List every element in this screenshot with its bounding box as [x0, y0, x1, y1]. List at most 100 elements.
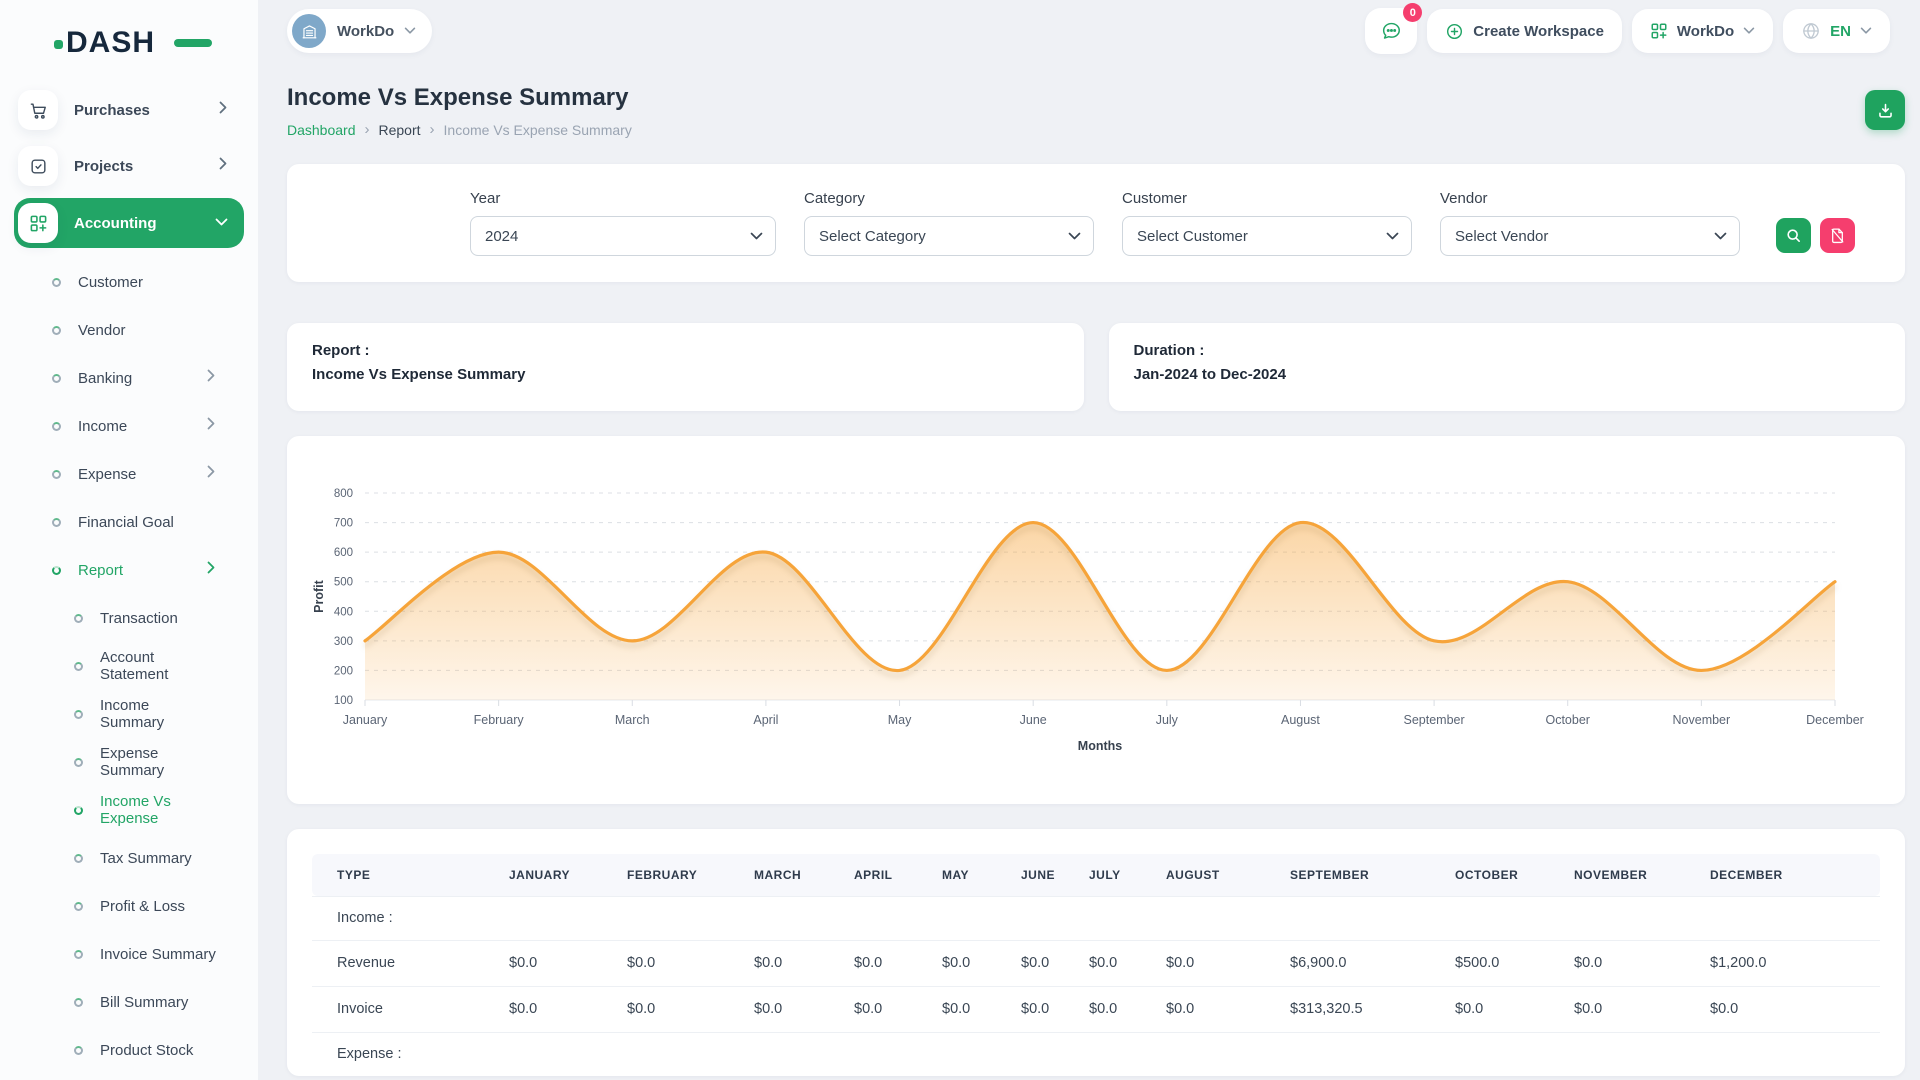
table-row: Invoice$0.0$0.0$0.0$0.0$0.0$0.0$0.0$0.0$…	[312, 986, 1880, 1032]
bullet-icon	[74, 854, 83, 863]
profit-area-chart: 100200300400500600700800JanuaryFebruaryM…	[311, 460, 1881, 778]
sidebar-item-bill-summary[interactable]: Bill Summary	[14, 978, 244, 1026]
workdo-menu-button[interactable]: WorkDo	[1632, 9, 1773, 53]
workspace-switcher[interactable]: WorkDo	[287, 9, 432, 53]
sidebar-item-label: Expense Summary	[100, 745, 216, 779]
column-header: APRIL	[854, 854, 942, 896]
column-header: SEPTEMBER	[1290, 854, 1455, 896]
year-label: Year	[470, 190, 776, 207]
svg-text:April: April	[753, 713, 778, 727]
customer-select[interactable]: Select Customer	[1122, 216, 1412, 256]
download-icon	[1876, 101, 1895, 120]
sidebar-item-customer[interactable]: Customer	[14, 258, 244, 306]
sidebar-item-label: Transaction	[100, 610, 178, 627]
column-header: JULY	[1089, 854, 1166, 896]
sidebar-item-profit-loss[interactable]: Profit & Loss	[14, 882, 244, 930]
cell-value: $0.0	[754, 986, 854, 1032]
accounting-submenu: Customer Vendor BankingIncomeExpenseFinanc…	[14, 256, 244, 1080]
table-header-row: TYPEJANUARYFEBRUARYMARCHAPRILMAYJUNEJULY…	[312, 854, 1880, 896]
chevron-right-icon	[219, 101, 228, 119]
table-row: Revenue$0.0$0.0$0.0$0.0$0.0$0.0$0.0$0.0$…	[312, 940, 1880, 986]
breadcrumb-report[interactable]: Report	[379, 122, 421, 138]
sidebar-item-label: Bill Summary	[100, 994, 188, 1011]
sidebar-item-projects[interactable]: Projects	[14, 142, 244, 190]
column-header: NOVEMBER	[1574, 854, 1710, 896]
app-logo[interactable]: DASH	[66, 26, 196, 60]
chevron-down-icon	[1386, 232, 1399, 241]
sidebar-item-purchases[interactable]: Purchases	[14, 86, 244, 134]
svg-text:May: May	[888, 713, 912, 727]
filter-card: Year 2024 Category Select Category Custo…	[287, 164, 1905, 282]
category-select[interactable]: Select Category	[804, 216, 1094, 256]
sidebar-item-expense[interactable]: Expense	[14, 450, 244, 498]
sidebar-item-label: Account Statement	[100, 649, 216, 683]
vendor-select[interactable]: Select Vendor	[1440, 216, 1740, 256]
sidebar-item-label: Income Summary	[100, 697, 216, 731]
profit-chart-card: 100200300400500600700800JanuaryFebruaryM…	[287, 436, 1905, 804]
sidebar-item-income[interactable]: Income	[14, 402, 244, 450]
sidebar-item-label: Report	[78, 562, 123, 579]
cell-value: $0.0	[854, 986, 942, 1032]
chevron-right-icon	[219, 157, 228, 175]
sidebar-item-tax-summary[interactable]: Tax Summary	[14, 834, 244, 882]
globe-icon	[1801, 21, 1821, 41]
sidebar-item-report[interactable]: Report	[14, 546, 244, 594]
sidebar-item-account-statement[interactable]: Account Statement	[14, 642, 244, 690]
sidebar-item-income-summary[interactable]: Income Summary	[14, 690, 244, 738]
bullet-icon	[74, 758, 83, 767]
column-header: AUGUST	[1166, 854, 1290, 896]
create-workspace-button[interactable]: Create Workspace	[1427, 9, 1622, 53]
sidebar-item-label: Invoice Summary	[100, 946, 216, 963]
svg-text:200: 200	[334, 665, 353, 677]
apply-filter-button[interactable]	[1776, 218, 1811, 253]
cell-value: $0.0	[1089, 986, 1166, 1032]
sidebar-item-label: Tax Summary	[100, 850, 192, 867]
sidebar-item-banking[interactable]: Banking	[14, 354, 244, 402]
svg-text:100: 100	[334, 695, 353, 707]
breadcrumb-dashboard[interactable]: Dashboard	[287, 122, 356, 138]
svg-text:700: 700	[334, 518, 353, 530]
sidebar-item-transaction[interactable]: Transaction	[14, 594, 244, 642]
bullet-icon	[74, 998, 83, 1007]
cell-value: $0.0	[1089, 940, 1166, 986]
cell-value: $0.0	[942, 986, 1021, 1032]
cell-value: $6,900.0	[1290, 940, 1455, 986]
sidebar-item-product-stock[interactable]: Product Stock	[14, 1026, 244, 1074]
svg-text:August: August	[1281, 713, 1320, 727]
year-select[interactable]: 2024	[470, 216, 776, 256]
sidebar-item-label: Vendor	[78, 322, 126, 339]
chevron-down-icon	[1743, 27, 1755, 35]
reset-filter-button[interactable]	[1820, 218, 1855, 253]
summary-cards: Report : Income Vs Expense Summary Durat…	[287, 323, 1905, 411]
svg-text:December: December	[1806, 713, 1864, 727]
sidebar-item-vendor[interactable]: Vendor	[14, 306, 244, 354]
sidebar-item-accounting[interactable]: Accounting	[14, 198, 244, 248]
language-selector[interactable]: EN	[1783, 9, 1890, 53]
sidebar-item-expense-summary[interactable]: Expense Summary	[14, 738, 244, 786]
workdo-menu-label: WorkDo	[1677, 23, 1734, 40]
bullet-icon	[74, 710, 83, 719]
sidebar-item-income-vs-expense[interactable]: Income Vs Expense	[14, 786, 244, 834]
column-header: DECEMBER	[1710, 854, 1880, 896]
grid-plus-icon	[18, 203, 58, 243]
topbar-actions: 0 Create Workspace WorkDo EN	[1365, 8, 1905, 54]
bullet-icon	[74, 950, 83, 959]
cell-value: $500.0	[1455, 940, 1574, 986]
sidebar-item-financial-goal[interactable]: Financial Goal	[14, 498, 244, 546]
bullet-icon	[52, 566, 61, 575]
messages-button[interactable]: 0	[1365, 8, 1417, 54]
sidebar-item-invoice-summary[interactable]: Invoice Summary	[14, 930, 244, 978]
cell-value: $0.0	[1710, 986, 1880, 1032]
language-label: EN	[1830, 23, 1851, 40]
sidebar-item-label: Profit & Loss	[100, 898, 185, 915]
cell-value: $0.0	[854, 940, 942, 986]
customer-filter: Customer Select Customer	[1122, 190, 1412, 256]
download-report-button[interactable]	[1865, 90, 1905, 130]
svg-text:July: July	[1156, 713, 1179, 727]
create-workspace-label: Create Workspace	[1473, 23, 1604, 40]
bullet-icon	[52, 518, 61, 527]
bullet-icon	[74, 806, 83, 815]
messages-badge: 0	[1403, 3, 1422, 22]
svg-text:November: November	[1673, 713, 1731, 727]
sidebar-item-cash-flow[interactable]: Cash Flow	[14, 1074, 244, 1080]
